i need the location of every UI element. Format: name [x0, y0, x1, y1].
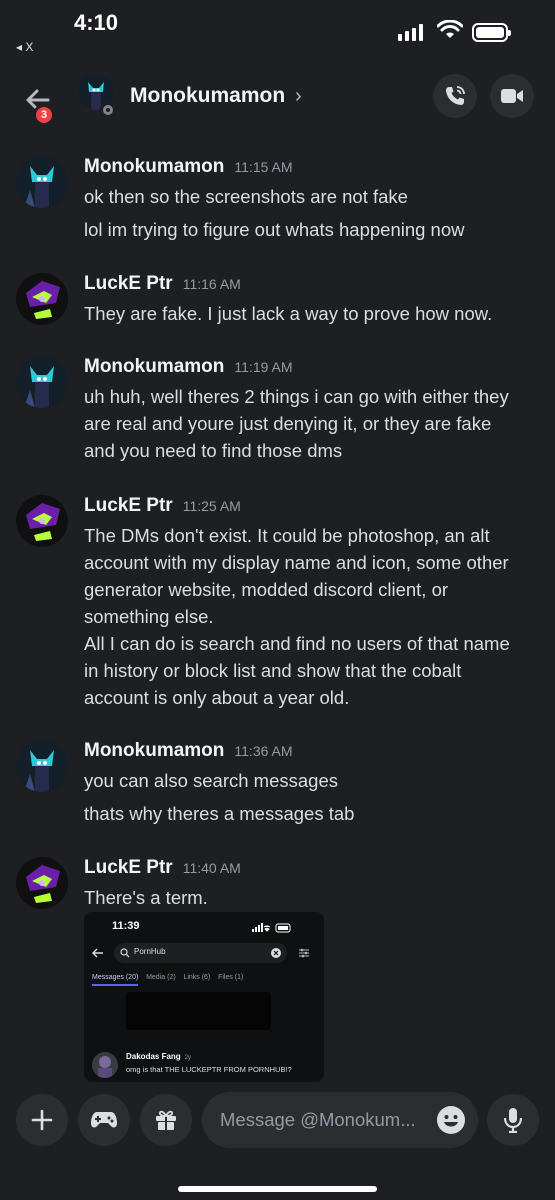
message-text: There's a term.: [84, 887, 208, 908]
message-author[interactable]: LuckE Ptr 11:40 AM: [84, 857, 241, 879]
search-icon: [120, 948, 130, 958]
avatar[interactable]: [16, 740, 68, 792]
battery-icon: [472, 23, 511, 42]
message-timestamp: 11:36 AM: [234, 743, 293, 759]
message-author[interactable]: Monokumamon 11:36 AM: [84, 740, 293, 762]
message-text: lol im trying to figure out whats happen…: [84, 219, 465, 240]
chevron-right-icon[interactable]: ›: [295, 85, 302, 108]
unread-badge: 3: [33, 104, 55, 126]
message-text: ok then so the screenshots are not fake: [84, 186, 408, 207]
message-author[interactable]: Monokumamon 11:15 AM: [84, 156, 293, 178]
avatar[interactable]: [16, 857, 68, 909]
message-author[interactable]: LuckE Ptr 11:25 AM: [84, 495, 241, 517]
message-author[interactable]: Monokumamon 11:19 AM: [84, 356, 293, 378]
message-text: and you need to find those dms: [84, 440, 343, 461]
wifi-icon: [437, 20, 463, 38]
gift-icon: [156, 1110, 176, 1130]
embed-avatar: [92, 1052, 118, 1078]
video-camera-icon: [501, 89, 523, 103]
message-text: uh huh, well theres 2 things i can go wi…: [84, 386, 509, 407]
signal-icon: [398, 24, 423, 41]
activities-button[interactable]: [78, 1094, 130, 1146]
offline-status-icon: [100, 102, 116, 118]
back-to-app-link[interactable]: ◂ X: [16, 40, 33, 54]
embed-tab-messages: Messages (20): [92, 974, 139, 986]
avatar[interactable]: [16, 356, 68, 408]
message-timestamp: 11:16 AM: [182, 276, 241, 292]
embed-search-value: PornHub: [134, 947, 166, 956]
message-timestamp: 11:15 AM: [234, 159, 293, 175]
message-text: in history or block list and show that t…: [84, 660, 462, 681]
embed-result-author: Dakodas Fang 2y: [126, 1052, 192, 1061]
avatar[interactable]: [16, 495, 68, 547]
add-attachment-button[interactable]: [16, 1094, 68, 1146]
message-text: generator website, modded discord client…: [84, 579, 449, 600]
message-text: thats why theres a messages tab: [84, 803, 355, 824]
embed-status-icons: [252, 923, 291, 933]
message-text: The DMs don't exist. It could be photosh…: [84, 525, 490, 546]
message-text: account is only about a year old.: [84, 687, 350, 708]
emoji-icon[interactable]: [436, 1105, 466, 1135]
message-text: account with my display name and icon, s…: [84, 552, 509, 573]
voice-call-button[interactable]: [433, 74, 477, 118]
embed-back-icon: [92, 948, 103, 958]
video-call-button[interactable]: [490, 74, 534, 118]
clock: 4:10: [74, 10, 119, 35]
image-attachment[interactable]: 11:39 PornHub Messages (20) Media (2) Li…: [84, 912, 324, 1082]
dm-recipient-name[interactable]: Monokumamon: [130, 84, 285, 108]
status-bar: 4:10 ◂ X: [0, 0, 555, 60]
voice-message-button[interactable]: [487, 1094, 539, 1146]
embed-tab-files: Files (1): [218, 974, 244, 981]
home-indicator[interactable]: [178, 1186, 377, 1192]
message-text: something else.: [84, 606, 214, 627]
embed-redacted-block: [126, 992, 271, 1030]
message-timestamp: 11:25 AM: [182, 498, 241, 514]
embed-result-age: 2y: [184, 1055, 192, 1061]
message-author[interactable]: LuckE Ptr 11:16 AM: [84, 273, 241, 295]
gift-button[interactable]: [140, 1094, 192, 1146]
message-text: All I can do is search and find no users…: [84, 633, 510, 654]
dm-header: 3 Monokumamon ›: [0, 60, 555, 136]
message-input-container[interactable]: [202, 1092, 478, 1148]
message-timestamp: 11:19 AM: [234, 359, 293, 375]
embed-result-text: omg is that THE LUCKEPTR FROM PORNHUB!?: [126, 1065, 292, 1074]
embed-tab-media: Media (2): [146, 974, 176, 981]
message-timestamp: 11:40 AM: [182, 860, 241, 876]
gamepad-icon: [91, 1112, 117, 1128]
clear-icon: [271, 948, 281, 958]
message-text: you can also search messages: [84, 770, 338, 791]
avatar[interactable]: [16, 273, 68, 325]
phone-icon: [446, 86, 465, 105]
message-text: They are fake. I just lack a way to prov…: [84, 303, 493, 324]
embed-search-field: PornHub: [114, 943, 287, 963]
embed-tabs: Messages (20) Media (2) Links (6) Files …: [92, 974, 244, 986]
composer-bar: [0, 1082, 555, 1200]
plus-icon: [31, 1109, 53, 1131]
embed-tab-links: Links (6): [183, 974, 211, 981]
embed-clock: 11:39: [112, 920, 140, 932]
message-input[interactable]: [220, 1092, 420, 1148]
filter-icon: [299, 948, 309, 958]
microphone-icon: [503, 1108, 523, 1133]
message-text: are real and youre just denying it, or t…: [84, 413, 492, 434]
avatar[interactable]: [16, 156, 68, 208]
